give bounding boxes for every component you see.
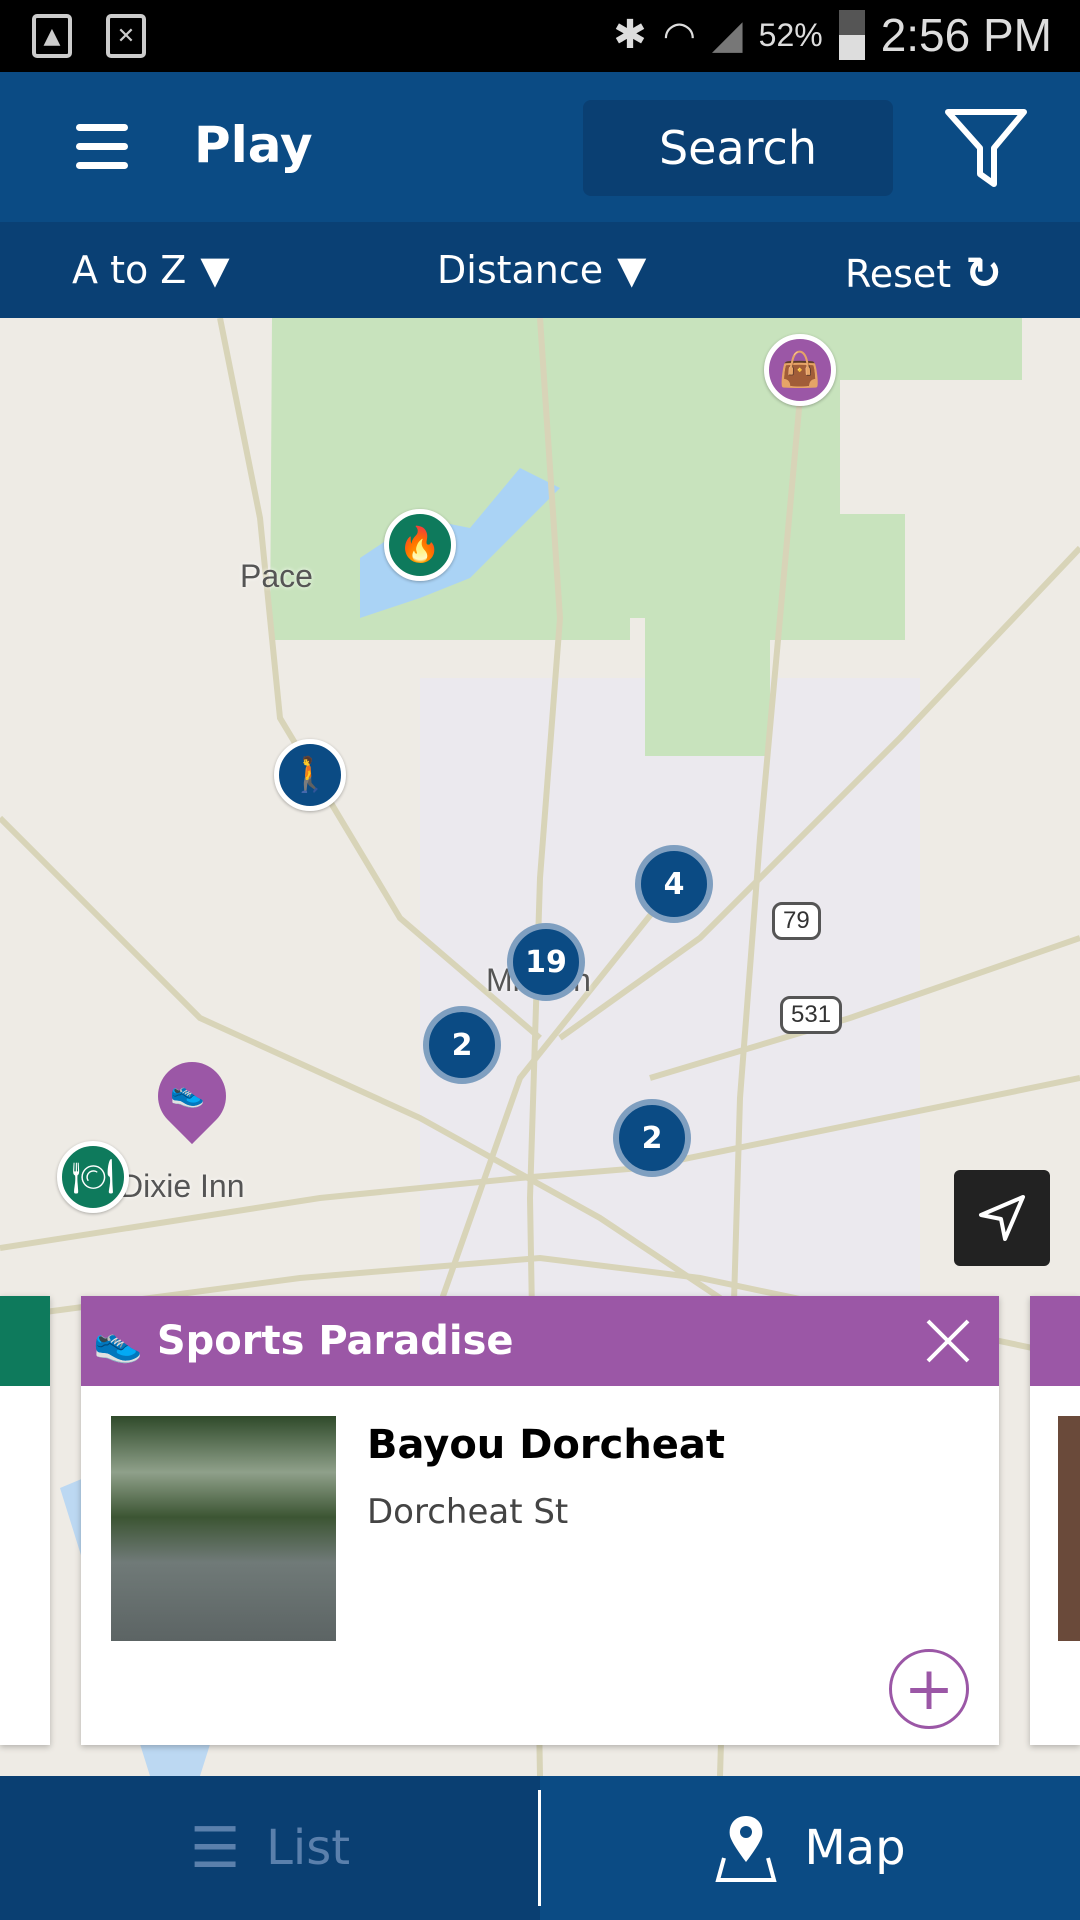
campground-marker[interactable]: 🔥 bbox=[384, 509, 456, 581]
route-shield-531: 531 bbox=[780, 996, 843, 1034]
hiker-icon: 🚶 bbox=[288, 755, 332, 795]
route-shield-79: 79 bbox=[772, 902, 821, 940]
place-photo bbox=[111, 1416, 336, 1641]
tab-map-label: Map bbox=[804, 1820, 906, 1876]
triangle-down-icon: ▼ bbox=[200, 248, 230, 292]
reset-label: Reset bbox=[845, 251, 952, 296]
card-category: Sports Paradise bbox=[156, 1318, 514, 1364]
sort-bar: A to Z ▼ Distance ▼ Reset ↻ bbox=[0, 222, 1080, 318]
bluetooth-icon: ✱ bbox=[613, 13, 647, 57]
sneaker-icon: 👟 bbox=[93, 1318, 143, 1365]
app-header: Play Search bbox=[0, 72, 1080, 222]
place-name[interactable]: Bayou Dorcheat bbox=[367, 1422, 725, 1468]
map-pin-icon bbox=[715, 1816, 777, 1882]
reset-button[interactable]: Reset ↻ bbox=[845, 248, 1002, 299]
cluster-marker[interactable]: 4 bbox=[635, 845, 713, 923]
sort-alpha-label: A to Z bbox=[72, 248, 187, 292]
add-button[interactable]: + bbox=[889, 1649, 969, 1729]
page-title: Play bbox=[194, 116, 313, 174]
sim-error-icon: ✕ bbox=[106, 14, 146, 58]
navigation-arrow-icon bbox=[979, 1195, 1025, 1241]
cluster-marker[interactable]: 2 bbox=[613, 1099, 691, 1177]
hamburger-icon[interactable] bbox=[76, 124, 128, 169]
campfire-icon: 🔥 bbox=[398, 525, 442, 565]
tab-list-label: List bbox=[266, 1820, 351, 1876]
shopping-bag-icon: 👜 bbox=[778, 350, 822, 390]
triangle-down-icon: ▼ bbox=[617, 248, 647, 292]
sort-alpha-dropdown[interactable]: A to Z ▼ bbox=[72, 248, 230, 292]
cluster-marker[interactable]: 19 bbox=[507, 923, 585, 1001]
map-label-dixie-inn: Dixie Inn bbox=[120, 1168, 245, 1204]
shopping-bag-marker[interactable]: 👜 bbox=[764, 334, 836, 406]
place-address: Dorcheat St bbox=[367, 1492, 569, 1532]
signal-icon: ◢ bbox=[711, 13, 743, 57]
map-label-pace: Pace bbox=[240, 558, 313, 594]
hiking-marker[interactable]: 🚶 bbox=[274, 739, 346, 811]
clock: 2:56 PM bbox=[880, 9, 1052, 61]
status-bar: ▲ ✕ ✱ ◠ ◢ 52% 2:56 PM bbox=[0, 0, 1080, 72]
filter-icon[interactable] bbox=[944, 108, 1028, 188]
refresh-icon: ↻ bbox=[965, 248, 1003, 299]
place-card[interactable]: 👟 Sports Paradise Bayou Dorcheat Dorchea… bbox=[81, 1296, 999, 1745]
restaurant-marker[interactable]: 🍽 bbox=[57, 1141, 129, 1213]
prev-card-peek[interactable] bbox=[0, 1296, 50, 1745]
next-card-peek[interactable] bbox=[1030, 1296, 1080, 1745]
my-location-button[interactable] bbox=[954, 1170, 1050, 1266]
battery-icon bbox=[838, 10, 865, 60]
tab-map[interactable]: Map bbox=[540, 1776, 1080, 1920]
wifi-icon: ◠ bbox=[662, 14, 696, 57]
gallery-icon: ▲ bbox=[32, 14, 72, 58]
plus-icon: + bbox=[903, 1654, 955, 1724]
sort-distance-label: Distance bbox=[437, 248, 604, 292]
list-icon: ☰ bbox=[189, 1815, 241, 1881]
close-icon[interactable] bbox=[925, 1318, 971, 1364]
battery-percent: 52% bbox=[758, 16, 823, 53]
tab-list[interactable]: ☰ List bbox=[0, 1776, 540, 1920]
sneaker-icon: 👟 bbox=[170, 1076, 205, 1109]
card-header: 👟 Sports Paradise bbox=[81, 1296, 999, 1386]
search-button[interactable]: Search bbox=[583, 100, 893, 196]
cluster-marker[interactable]: 2 bbox=[423, 1006, 501, 1084]
plate-cutlery-icon: 🍽 bbox=[71, 1157, 115, 1197]
bottom-nav: ☰ List Map bbox=[0, 1776, 1080, 1920]
sort-distance-dropdown[interactable]: Distance ▼ bbox=[437, 248, 646, 292]
